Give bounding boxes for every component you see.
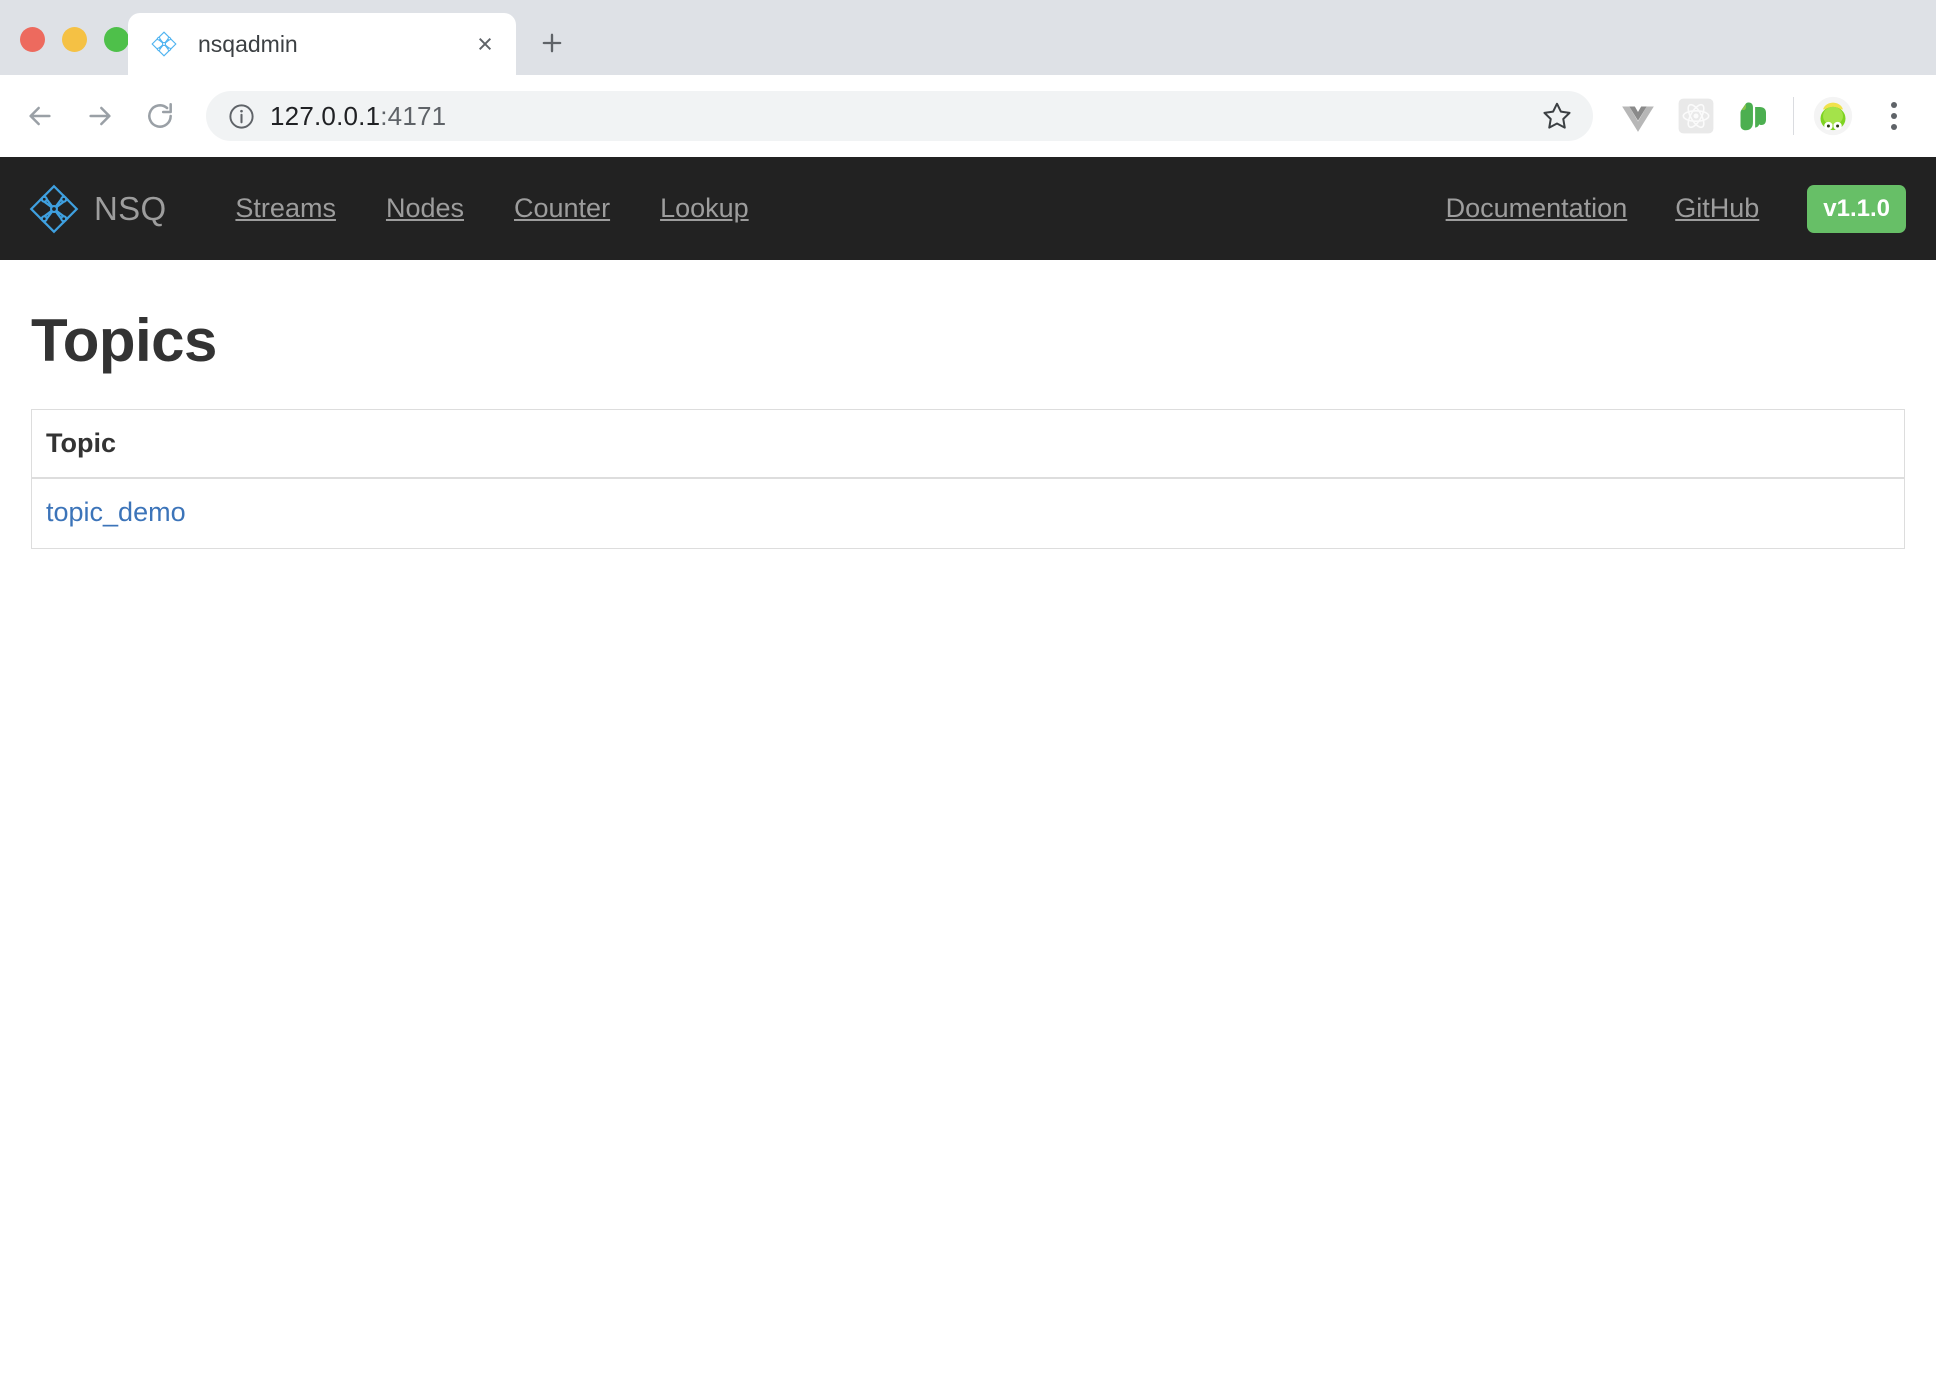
vue-devtools-icon[interactable] — [1609, 88, 1667, 144]
nav-item-lookup[interactable]: Lookup — [635, 193, 774, 224]
nav-item-nodes[interactable]: Nodes — [361, 193, 489, 224]
topics-table: Topic topic_demo — [31, 409, 1905, 549]
evernote-icon[interactable] — [1725, 88, 1783, 144]
close-window-button[interactable] — [20, 27, 45, 52]
reload-icon[interactable] — [134, 90, 186, 142]
page-viewport: NSQ Streams Nodes Counter Lookup Documen… — [0, 157, 1936, 1382]
topic-link-topic-demo[interactable]: topic_demo — [46, 497, 186, 527]
table-body: topic_demo — [32, 478, 1905, 549]
address-bar[interactable]: 127.0.0.1:4171 — [206, 91, 1593, 141]
url-host: 127.0.0.1 — [270, 101, 380, 131]
nsq-logo-icon — [150, 30, 178, 58]
tab-strip: nsqadmin × — [0, 0, 1936, 75]
tab-title: nsqadmin — [198, 31, 468, 58]
brand-link[interactable]: NSQ — [28, 183, 166, 235]
brand-text: NSQ — [94, 190, 166, 228]
table-head: Topic — [32, 410, 1905, 479]
column-header-topic: Topic — [32, 410, 1905, 479]
toolbar-divider — [1793, 97, 1794, 135]
nav-item-counter[interactable]: Counter — [489, 193, 635, 224]
url-port: :4171 — [380, 101, 446, 131]
nsq-nav-links: Streams Nodes Counter Lookup — [210, 193, 773, 224]
browser-tab-nsqadmin[interactable]: nsqadmin × — [128, 13, 516, 75]
version-badge: v1.1.0 — [1807, 185, 1906, 233]
window-controls — [20, 27, 129, 52]
three-dot-menu-icon[interactable] — [1870, 90, 1918, 142]
nav-item-streams[interactable]: Streams — [210, 193, 361, 224]
new-tab-button[interactable] — [530, 21, 574, 65]
nsq-navbar: NSQ Streams Nodes Counter Lookup Documen… — [0, 157, 1936, 260]
maximize-window-button[interactable] — [104, 27, 129, 52]
url-text[interactable]: 127.0.0.1:4171 — [270, 101, 1533, 132]
nsq-nav-right: Documentation GitHub v1.1.0 — [1422, 185, 1912, 233]
browser-window: nsqadmin × — [0, 0, 1936, 1382]
star-icon[interactable] — [1533, 92, 1581, 140]
menu-dot — [1891, 124, 1897, 130]
nsq-logo-icon — [28, 183, 80, 235]
info-circle-icon[interactable] — [226, 101, 256, 131]
table-header-row: Topic — [32, 410, 1905, 479]
arrow-left-icon[interactable] — [14, 90, 66, 142]
browser-toolbar: 127.0.0.1:4171 — [0, 75, 1936, 157]
table-row: topic_demo — [32, 478, 1905, 549]
react-devtools-icon[interactable] — [1667, 88, 1725, 144]
minimize-window-button[interactable] — [62, 27, 87, 52]
main-content: Topics Topic topic_demo — [0, 260, 1936, 549]
profile-avatar[interactable] — [1804, 88, 1862, 144]
menu-dot — [1891, 113, 1897, 119]
close-icon[interactable]: × — [468, 27, 502, 61]
page-title: Topics — [31, 306, 1905, 375]
menu-dot — [1891, 102, 1897, 108]
nav-item-documentation[interactable]: Documentation — [1422, 193, 1652, 224]
extension-icons — [1609, 88, 1918, 144]
table-cell-topic: topic_demo — [32, 478, 1905, 549]
nav-item-github[interactable]: GitHub — [1651, 193, 1783, 224]
arrow-right-icon[interactable] — [74, 90, 126, 142]
